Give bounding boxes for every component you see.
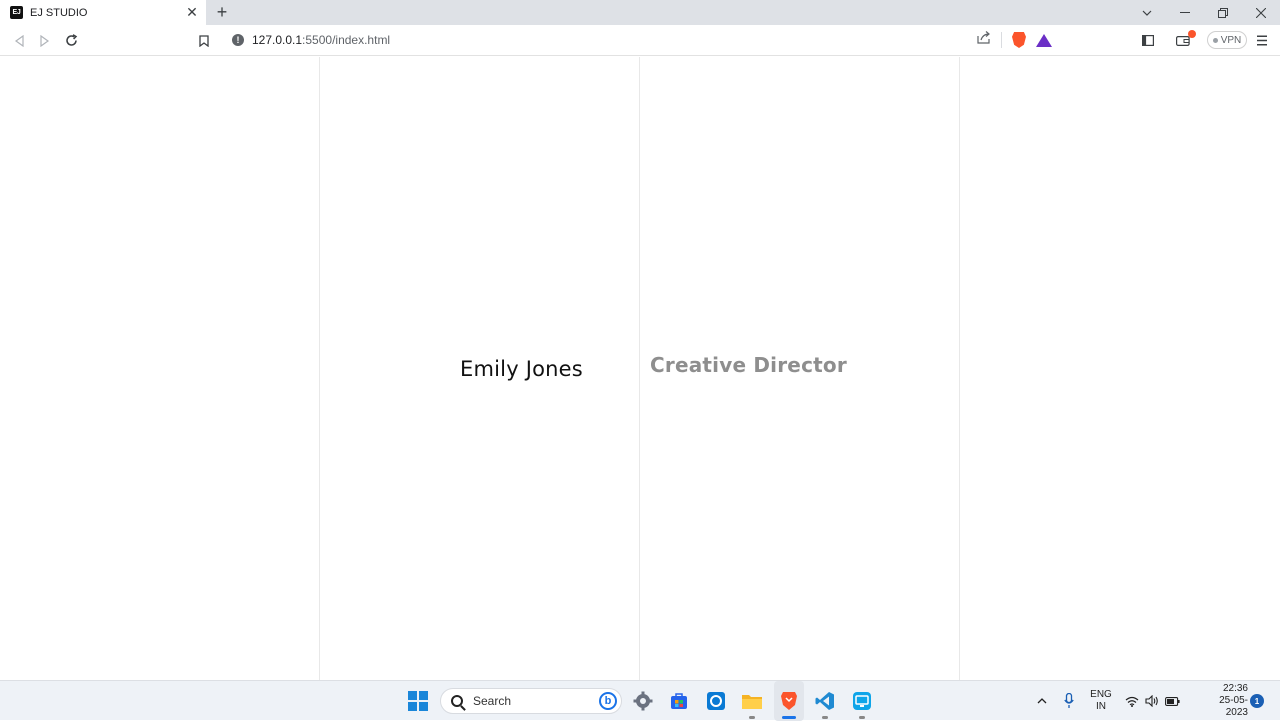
tab-search-chevron-icon[interactable] xyxy=(1128,0,1166,25)
vpn-status-dot xyxy=(1212,37,1218,43)
browser-toolbar: ! 127.0.0.1:5500/index.html VPN xyxy=(0,25,1280,56)
url-text[interactable]: 127.0.0.1:5500/index.html xyxy=(252,33,977,47)
minimize-icon[interactable] xyxy=(1166,0,1204,25)
column-2: Emily Jones xyxy=(320,57,640,680)
tab-title: EJ STUDIO xyxy=(30,6,88,19)
column-1 xyxy=(0,57,320,680)
language-region: IN xyxy=(1095,701,1106,712)
search-icon xyxy=(451,695,463,707)
tab-favicon-icon: EJ xyxy=(10,6,23,19)
bing-icon[interactable]: b xyxy=(599,692,617,710)
vscode-icon[interactable] xyxy=(813,681,837,721)
vpn-button[interactable]: VPN xyxy=(1207,31,1247,49)
volume-icon xyxy=(1144,695,1158,707)
rdp-icon[interactable] xyxy=(850,681,874,721)
wifi-icon xyxy=(1125,696,1138,707)
store-icon[interactable] xyxy=(667,681,691,721)
close-window-icon[interactable] xyxy=(1242,0,1280,25)
new-tab-button[interactable]: + xyxy=(212,0,232,25)
omnibox-divider xyxy=(1001,32,1002,48)
menu-icon[interactable] xyxy=(1251,25,1273,56)
battery-icon xyxy=(1164,696,1180,706)
browser-tab-bar: EJ EJ STUDIO ✕ + xyxy=(0,0,1280,25)
language-code: ENG xyxy=(1090,689,1112,700)
person-role: Creative Director xyxy=(650,353,847,377)
back-icon[interactable] xyxy=(8,25,30,56)
clock-time: 22:36 xyxy=(1222,683,1248,694)
taskbar-search[interactable]: Search b xyxy=(440,688,622,714)
window-controls xyxy=(1128,0,1280,25)
start-icon[interactable] xyxy=(405,681,431,721)
file-explorer-icon[interactable] xyxy=(740,681,764,721)
address-bar-actions xyxy=(977,31,1058,49)
forward-icon[interactable] xyxy=(34,25,56,56)
notification-badge: 1 xyxy=(1250,694,1264,708)
address-bar[interactable]: ! 127.0.0.1:5500/index.html xyxy=(222,28,1058,52)
wallet-notification-badge xyxy=(1188,30,1196,38)
site-info-icon[interactable]: ! xyxy=(232,34,244,46)
column-3: Creative Director xyxy=(640,57,960,680)
notification-center-button[interactable]: 1 xyxy=(1249,681,1265,721)
clock-date: 25-05-2023 xyxy=(1219,695,1248,718)
wallet-icon[interactable] xyxy=(1172,25,1196,56)
microphone-icon[interactable] xyxy=(1060,681,1078,721)
person-name: Emily Jones xyxy=(460,357,583,381)
clock[interactable]: 22:36 25-05-2023 xyxy=(1204,681,1248,721)
show-hidden-icons-chevron-icon[interactable] xyxy=(1033,681,1051,721)
brave-shields-icon[interactable] xyxy=(1012,32,1026,48)
quick-settings[interactable] xyxy=(1122,681,1182,721)
search-label: Search xyxy=(473,694,512,708)
brave-rewards-icon[interactable] xyxy=(1036,33,1052,47)
restore-icon[interactable] xyxy=(1204,0,1242,25)
sidebar-icon[interactable] xyxy=(1137,25,1159,56)
cortana-icon[interactable] xyxy=(704,681,728,721)
settings-icon[interactable] xyxy=(631,681,655,721)
url-host: 127.0.0.1 xyxy=(252,33,303,47)
windows-taskbar: Search b ENG IN 22:36 25-05-2023 1 xyxy=(0,680,1280,721)
url-path: :5500/index.html xyxy=(302,33,391,47)
tab-close-icon[interactable]: ✕ xyxy=(182,0,202,25)
language-indicator[interactable]: ENG IN xyxy=(1086,681,1116,721)
browser-tab[interactable]: EJ EJ STUDIO ✕ xyxy=(0,0,206,25)
reload-icon[interactable] xyxy=(60,25,82,56)
brave-browser-icon[interactable] xyxy=(774,681,804,721)
column-4 xyxy=(960,57,1280,680)
bookmark-icon[interactable] xyxy=(193,25,215,56)
vpn-label: VPN xyxy=(1220,34,1242,46)
page-viewport: Emily Jones Creative Director xyxy=(0,57,1280,680)
share-icon[interactable] xyxy=(977,31,991,49)
